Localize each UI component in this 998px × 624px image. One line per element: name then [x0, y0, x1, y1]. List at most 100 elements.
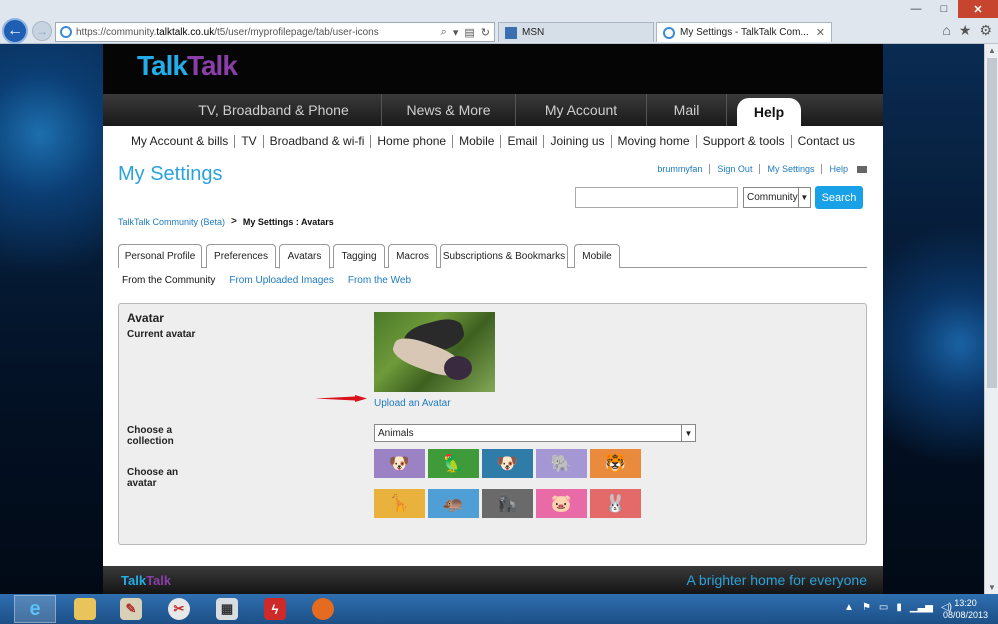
subnav-support-tools[interactable]: Support & tools — [695, 134, 791, 148]
scrollbar-thumb[interactable] — [987, 58, 997, 388]
main-nav-help[interactable]: Help — [737, 98, 801, 126]
subnav-my-account-bills[interactable]: My Account & bills — [125, 134, 234, 148]
search-button[interactable]: Search — [815, 186, 863, 209]
source-from-web[interactable]: From the Web — [348, 275, 411, 286]
ie-page-icon — [60, 26, 72, 38]
subnav-moving-home[interactable]: Moving home — [610, 134, 696, 148]
tab-label: My Settings - TalkTalk Com... — [680, 27, 809, 38]
main-nav-news-more[interactable]: News & More — [382, 94, 516, 126]
avatar-panel: Avatar Current avatar Upload an Avatar C… — [118, 303, 867, 545]
calculator-icon: ▦ — [216, 598, 238, 620]
ie-icon: e — [29, 597, 41, 620]
home-icon[interactable]: ⌂ — [942, 22, 950, 39]
close-tab-icon[interactable]: ✕ — [816, 26, 825, 39]
avatar-option-pig[interactable]: 🐷 — [536, 489, 587, 518]
show-hidden-icons-icon[interactable]: ▲ — [844, 602, 854, 613]
subnav-email[interactable]: Email — [500, 134, 543, 148]
arrow-right-icon: → — [36, 24, 48, 38]
taskbar-ie[interactable]: e — [14, 595, 56, 623]
mail-icon[interactable] — [857, 165, 867, 173]
upload-avatar-link[interactable]: Upload an Avatar — [374, 398, 451, 409]
subnav-home-phone[interactable]: Home phone — [370, 134, 452, 148]
display-icon[interactable]: ▭ — [879, 602, 888, 613]
compat-view-icon[interactable]: ▤ — [464, 26, 474, 39]
avatar-option-tiger[interactable]: 🐯 — [590, 449, 641, 478]
source-from-uploaded-images[interactable]: From Uploaded Images — [229, 275, 334, 286]
window-controls: — □ ✕ — [902, 0, 998, 18]
favorites-star-icon[interactable]: ★ — [959, 22, 972, 39]
avatar-option-hippo[interactable]: 🦛 — [428, 489, 479, 518]
avatar-option-bulldog[interactable]: 🐶 — [482, 449, 533, 478]
help-link[interactable]: Help — [821, 164, 855, 174]
username-link[interactable]: brummyfan — [650, 164, 709, 174]
page-scrollbar[interactable]: ▲ ▼ — [984, 44, 998, 594]
minimize-button[interactable]: — — [902, 0, 930, 18]
current-avatar-label: Current avatar — [127, 329, 196, 340]
tab-tagging[interactable]: Tagging — [333, 244, 385, 268]
forward-button[interactable]: → — [32, 21, 52, 41]
tab-personal-profile[interactable]: Personal Profile — [118, 244, 202, 268]
taskbar-paint[interactable]: ✎ — [108, 595, 154, 623]
taskbar-flash[interactable]: ϟ — [252, 595, 298, 623]
choose-avatar-label: Choose an avatar — [127, 467, 179, 489]
my-settings-link[interactable]: My Settings — [759, 164, 821, 174]
source-from-community[interactable]: From the Community — [122, 275, 215, 286]
page-title: My Settings — [118, 163, 223, 185]
avatar-option-elephant[interactable]: 🐘 — [536, 449, 587, 478]
tab-mobile[interactable]: Mobile — [574, 244, 620, 268]
back-button[interactable]: ← — [2, 18, 28, 44]
url-path: /t5/user/myprofilepage/tab/user-icons — [214, 26, 379, 38]
footer-logo[interactable]: TalkTalk — [121, 573, 171, 588]
main-nav-mail[interactable]: Mail — [647, 94, 727, 126]
subnav-mobile[interactable]: Mobile — [452, 134, 500, 148]
scroll-down-icon[interactable]: ▼ — [988, 583, 996, 592]
avatar-option-parrot[interactable]: 🦜 — [428, 449, 479, 478]
tab-macros[interactable]: Macros — [388, 244, 437, 268]
talktalk-logo[interactable]: TalkTalk — [137, 50, 238, 82]
address-bar[interactable]: https://community. talktalk.co.uk/t5/user… — [55, 22, 495, 42]
tab-subscriptions-bookmarks[interactable]: Subscriptions & Bookmarks — [440, 244, 568, 268]
subnav-tv[interactable]: TV — [234, 134, 262, 148]
refresh-icon[interactable]: ↻ — [481, 26, 490, 39]
tab-avatars[interactable]: Avatars — [279, 244, 330, 269]
browser-tools: ⌂ ★ ⚙ — [942, 22, 992, 39]
main-nav-my-account[interactable]: My Account — [516, 94, 647, 126]
breadcrumb-root[interactable]: TalkTalk Community (Beta) — [118, 217, 225, 227]
tab-label: MSN — [522, 27, 545, 38]
battery-icon[interactable]: ▮ — [896, 602, 902, 613]
flag-icon[interactable]: ⚑ — [862, 602, 871, 613]
collection-select[interactable]: Animals ▼ — [374, 424, 696, 442]
main-nav-tv-broadband-phone[interactable]: TV, Broadband & Phone — [166, 94, 382, 126]
tab-preferences[interactable]: Preferences — [206, 244, 276, 268]
network-icon[interactable]: ▁▃▅ — [910, 602, 933, 613]
avatar-option-rabbit[interactable]: 🐰 — [590, 489, 641, 518]
scroll-up-icon[interactable]: ▲ — [988, 46, 996, 55]
taskbar-firefox[interactable] — [300, 595, 346, 623]
avatar-option-gorilla[interactable]: 🦍 — [482, 489, 533, 518]
search-input[interactable] — [575, 187, 738, 208]
subnav-joining-us[interactable]: Joining us — [543, 134, 610, 148]
dropdown-icon[interactable]: ▾ — [453, 26, 459, 39]
tab-my-settings[interactable]: My Settings - TalkTalk Com... ✕ — [656, 22, 832, 42]
profile-tabs: Personal Profile Preferences Avatars Tag… — [118, 244, 867, 269]
gear-icon[interactable]: ⚙ — [979, 22, 992, 39]
avatar-option-giraffe[interactable]: 🦒 — [374, 489, 425, 518]
taskbar-snipping[interactable]: ✂ — [156, 595, 202, 623]
subnav-contact-us[interactable]: Contact us — [790, 134, 861, 148]
snipping-tool-icon: ✂ — [168, 598, 190, 620]
brand-bar: TalkTalk — [103, 44, 883, 94]
taskbar-explorer[interactable] — [62, 595, 108, 623]
sign-out-link[interactable]: Sign Out — [709, 164, 759, 174]
search-scope-select[interactable]: Community ▼ — [743, 187, 811, 208]
collection-value: Animals — [378, 427, 414, 439]
search-icon[interactable]: ⌕ — [441, 26, 447, 39]
palette-icon: ✎ — [120, 598, 142, 620]
maximize-button[interactable]: □ — [930, 0, 958, 18]
tab-msn[interactable]: MSN — [498, 22, 654, 42]
close-window-button[interactable]: ✕ — [958, 0, 998, 18]
clock[interactable]: 13:20 08/08/2013 — [943, 597, 988, 621]
subnav-broadband-wifi[interactable]: Broadband & wi-fi — [262, 134, 371, 148]
avatar-option-dog[interactable]: 🐶 — [374, 449, 425, 478]
taskbar-calculator[interactable]: ▦ — [204, 595, 250, 623]
browser-chrome: ← → https://community. talktalk.co.uk/t5/… — [0, 0, 998, 44]
